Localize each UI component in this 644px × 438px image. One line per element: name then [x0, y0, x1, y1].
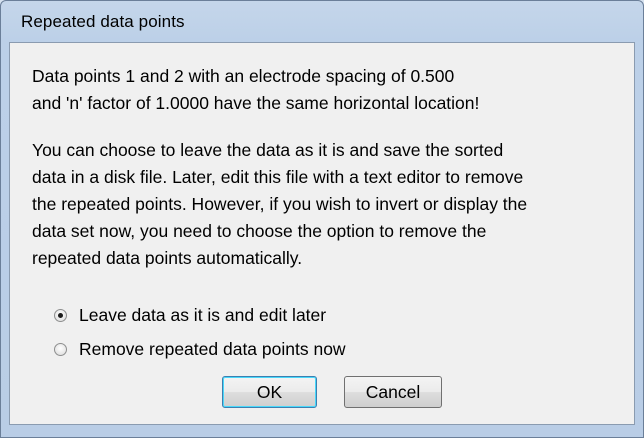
option-remove-repeated[interactable]: Remove repeated data points now — [54, 338, 346, 360]
option-leave-data-label: Leave data as it is and edit later — [79, 304, 327, 325]
option-remove-repeated-label: Remove repeated data points now — [79, 338, 346, 359]
dialog-window: Repeated data points Data points 1 and 2… — [0, 0, 644, 438]
radio-button-unchecked[interactable] — [54, 342, 67, 356]
radio-button-checked[interactable] — [54, 308, 67, 322]
option-leave-data[interactable]: Leave data as it is and edit later — [54, 304, 326, 326]
window-title: Repeated data points — [21, 12, 185, 31]
explanation-message: You can choose to leave the data as it i… — [32, 140, 528, 268]
ok-button[interactable]: OK — [222, 376, 317, 408]
dialog-body: Data points 1 and 2 with an electrode sp… — [9, 42, 635, 425]
warning-message: Data points 1 and 2 with an electrode sp… — [32, 66, 480, 113]
cancel-button[interactable]: Cancel — [344, 376, 442, 408]
title-bar[interactable]: Repeated data points — [1, 1, 643, 41]
